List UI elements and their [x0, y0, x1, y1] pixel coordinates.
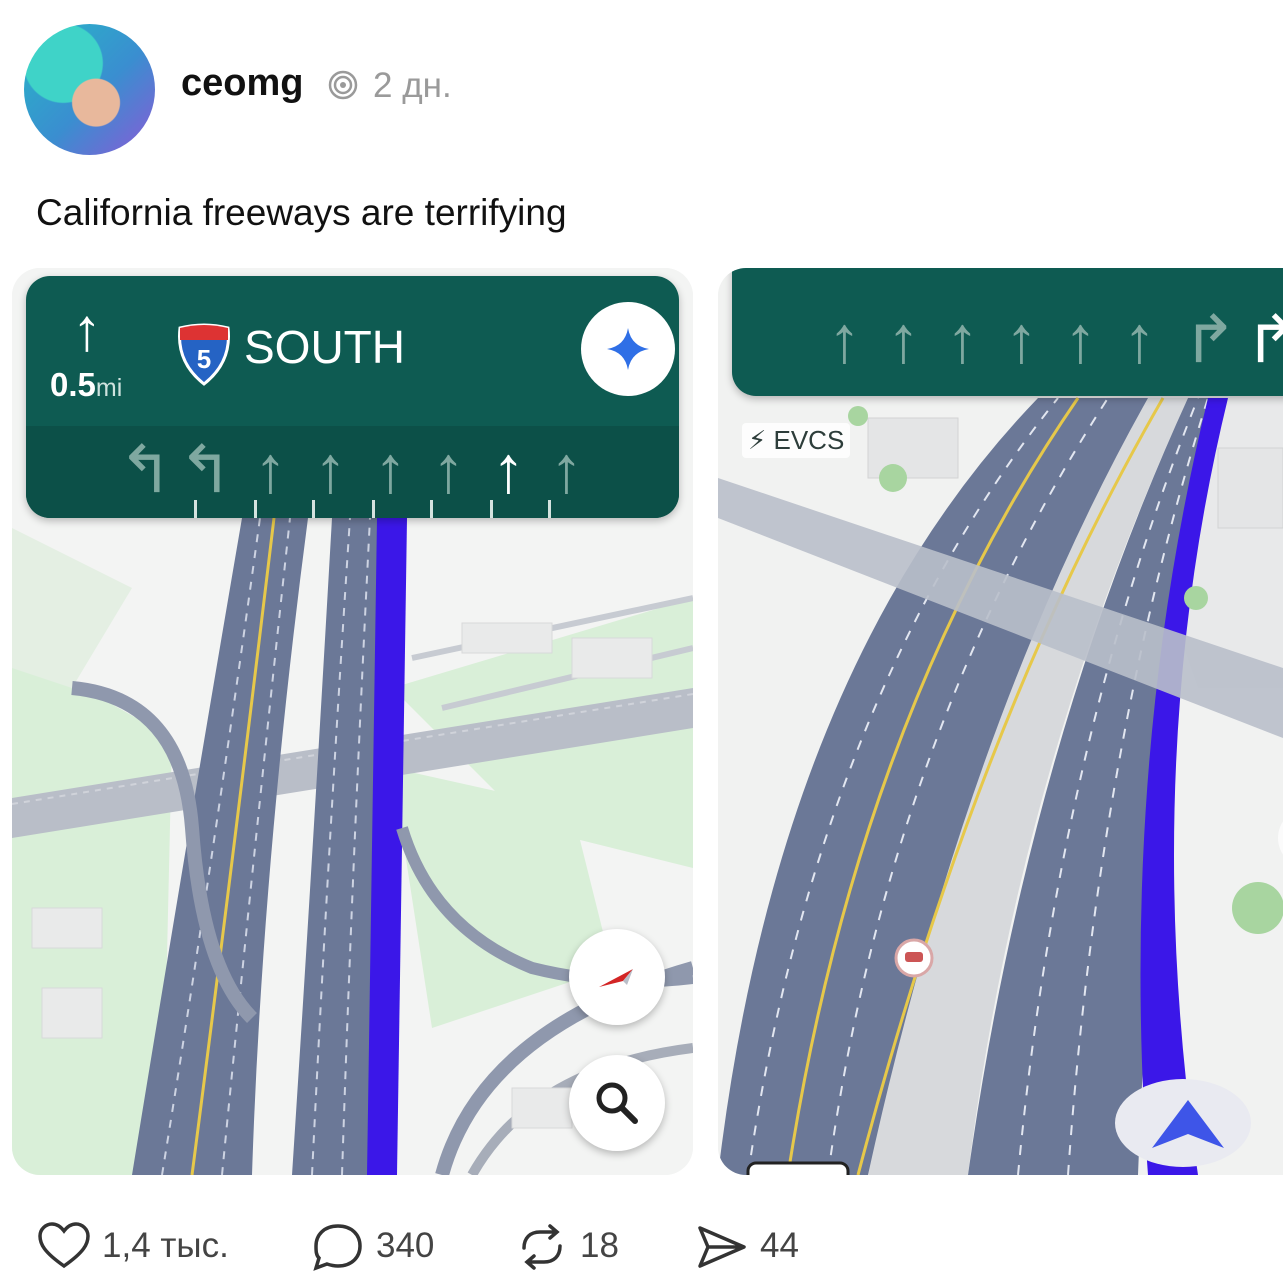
- road-name: SOUTH: [244, 321, 405, 373]
- lane-arrow: ↑: [432, 432, 465, 506]
- lane-divider: [312, 500, 315, 518]
- header-text: 0.5mi Brookhurst St: [752, 268, 1132, 276]
- lane-arrow: ↑: [374, 432, 407, 506]
- lane-arrow: ↑: [314, 432, 347, 506]
- lane-arrow: ↑: [1005, 302, 1038, 376]
- lane-arrow-active: ↱: [1244, 302, 1283, 376]
- turn-instruction-panel: ↑ 0.5mi 5 SOUTH ↰ ↰ ↑ ↑ ↑ ↑ ↑ ↑: [26, 276, 679, 518]
- lane-divider: [372, 500, 375, 518]
- lane-divider: [490, 500, 493, 518]
- lane-arrow: ↑: [1123, 302, 1156, 376]
- lane-divider: [194, 500, 197, 518]
- lane-divider: [548, 500, 551, 518]
- post-text: California freeways are terrifying: [36, 192, 567, 233]
- map-screenshot-2[interactable]: 0.5mi Brookhurst St ↑ ↑ ↑ ↑ ↑ ↑ ↱ ↱ ⚡ EV…: [718, 268, 1283, 1175]
- avatar[interactable]: [24, 24, 155, 155]
- straight-arrow-icon: ↑: [72, 296, 102, 363]
- lane-arrow: ↰: [118, 432, 174, 506]
- charging-icon: ⚡: [748, 425, 767, 455]
- lane-arrow: ↑: [550, 432, 583, 506]
- search-icon: [596, 1082, 638, 1124]
- sparkle-icon: [607, 328, 649, 370]
- lane-guidance: ↰ ↰ ↑ ↑ ↑ ↑ ↑ ↑: [26, 426, 679, 518]
- assistant-button[interactable]: [581, 302, 675, 396]
- distance-label: 0.5mi: [50, 366, 123, 403]
- lane-arrow: ↰: [178, 432, 234, 506]
- reposts-count: 18: [580, 1226, 619, 1265]
- lane-arrow: ↑: [887, 302, 920, 376]
- lane-arrow: ↑: [828, 302, 861, 376]
- lane-arrow: ↑: [1064, 302, 1097, 376]
- lane-divider: [430, 500, 433, 518]
- compass-button[interactable]: [569, 929, 665, 1025]
- post-time: 2 дн.: [373, 66, 452, 105]
- turn-instruction-panel-2: 0.5mi Brookhurst St ↑ ↑ ↑ ↑ ↑ ↑ ↱ ↱: [732, 268, 1283, 396]
- lane-arrow-active: ↑: [492, 432, 525, 506]
- username[interactable]: ceomg: [181, 62, 303, 105]
- likes-count: 1,4 тыс.: [102, 1226, 229, 1265]
- map-screenshot-1[interactable]: ↑ 0.5mi 5 SOUTH ↰ ↰ ↑ ↑ ↑ ↑ ↑ ↑: [12, 268, 693, 1175]
- lane-arrow: ↑: [254, 432, 287, 506]
- thread-spiral-icon: [328, 70, 358, 100]
- heart-icon: [38, 1222, 90, 1269]
- lane-divider: [254, 500, 257, 518]
- compass-icon: [599, 969, 633, 987]
- send-icon: [698, 1226, 746, 1268]
- map-2-drawing: [718, 268, 1283, 1175]
- speech-bubble-icon: [313, 1224, 362, 1271]
- interstate-number: 5: [196, 344, 212, 374]
- comments-count: 340: [376, 1226, 435, 1265]
- poi-label[interactable]: ⚡ EVCS: [742, 423, 851, 458]
- lane-arrow: ↱: [1182, 302, 1238, 376]
- repost-icon: [522, 1224, 562, 1270]
- shares-count: 44: [760, 1226, 799, 1265]
- lane-arrow: ↑: [946, 302, 979, 376]
- search-button[interactable]: [569, 1055, 665, 1151]
